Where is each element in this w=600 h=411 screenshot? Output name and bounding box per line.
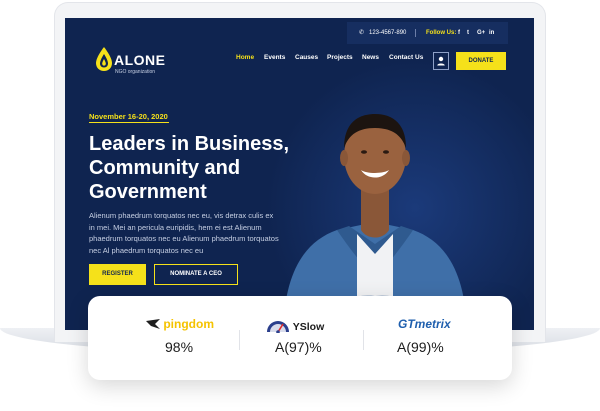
twitter-icon[interactable]: t [467, 22, 469, 44]
pingdom-logo: pingdom [146, 317, 214, 335]
logo-text[interactable]: ALONE [114, 52, 166, 68]
card-divider [363, 330, 364, 350]
pingdom-score: 98% [165, 339, 194, 355]
nav-item-projects[interactable]: Projects [327, 54, 353, 61]
google-plus-icon[interactable]: G+ [477, 22, 485, 44]
performance-scores-card: pingdom 98% YSlow A(97)% GTmetrix A(99)% [88, 296, 512, 380]
yslow-brand-text: YSlow [292, 321, 325, 333]
follow-label: Follow Us: [426, 30, 457, 36]
nav-item-events[interactable]: Events [264, 54, 285, 61]
logo-tagline: NGO organization [115, 69, 156, 75]
topbar-divider [415, 29, 416, 37]
top-bar: ✆ 123-4567-890 Follow Us: f t G+ in [347, 22, 508, 44]
nav-item-causes[interactable]: Causes [295, 54, 318, 61]
gtmetrix-score: A(99)% [397, 339, 444, 355]
account-button[interactable] [433, 52, 449, 70]
nav-item-news[interactable]: News [362, 54, 379, 61]
donate-button[interactable]: DONATE [456, 52, 506, 70]
user-icon [437, 56, 445, 66]
yslow-logo: YSlow [266, 317, 324, 335]
logo-icon [96, 47, 112, 71]
phone-icon: ✆ [359, 30, 365, 36]
register-button[interactable]: REGISTER [89, 264, 146, 285]
nav-item-contact-us[interactable]: Contact Us [389, 54, 423, 61]
nominate-ceo-button[interactable]: NOMINATE A CEO [154, 264, 238, 285]
yslow-score: A(97)% [275, 339, 322, 355]
gtmetrix-logo: GTmetrix [398, 317, 451, 335]
card-divider [239, 330, 240, 350]
hero-person-image [283, 114, 467, 330]
event-date: November 16-20, 2020 [89, 112, 168, 121]
yslow-gauge-icon [267, 321, 289, 334]
linkedin-icon[interactable]: in [489, 22, 494, 44]
phone-number[interactable]: 123-4567-890 [369, 22, 406, 44]
nav-item-home[interactable]: Home [236, 54, 254, 61]
pingdom-brand-text: pingdom [163, 317, 214, 331]
website-screen: ✆ 123-4567-890 Follow Us: f t G+ in ALON… [65, 18, 534, 330]
date-underline [89, 122, 169, 123]
gtmetrix-brand-text: GTmetrix [398, 317, 451, 331]
pingdom-icon [146, 319, 160, 329]
facebook-icon[interactable]: f [458, 22, 460, 44]
hero-description: Alienum phaedrum torquatos nec eu, vis d… [89, 211, 279, 255]
